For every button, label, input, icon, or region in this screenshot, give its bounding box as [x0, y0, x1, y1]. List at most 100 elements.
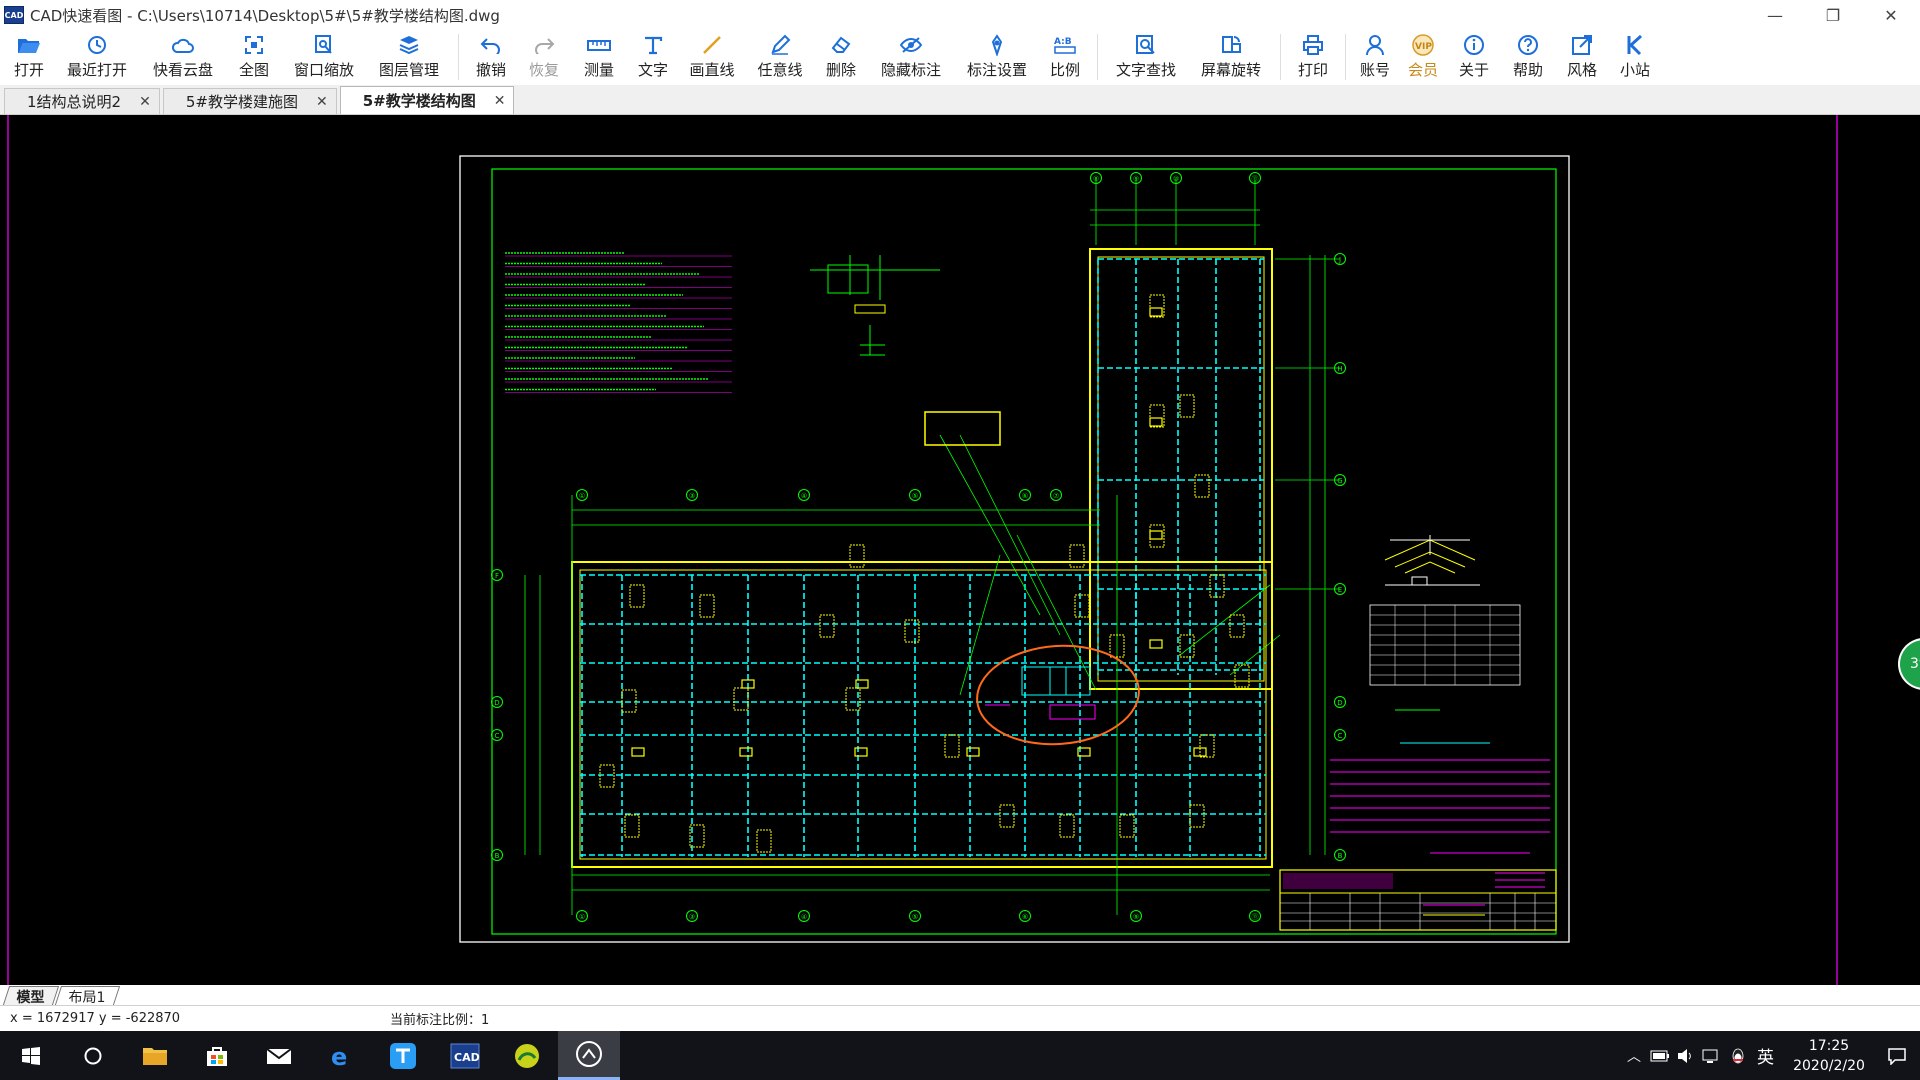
hide-marks-button[interactable]: 隐藏标注	[867, 30, 955, 85]
about-button[interactable]: 关于	[1448, 30, 1500, 85]
taskbar-cad-viewer[interactable]: CAD	[434, 1031, 496, 1080]
beam-label	[699, 594, 715, 618]
start-button[interactable]	[0, 1031, 62, 1080]
grid-label: ⑥	[1022, 913, 1028, 921]
notification-center-button[interactable]	[1874, 1047, 1920, 1065]
beam-label	[624, 814, 640, 838]
opening-mark	[1149, 417, 1163, 427]
grid-label: F	[495, 572, 499, 580]
fit-screen-icon	[241, 33, 267, 57]
clock-date: 2020/2/20	[1793, 1057, 1865, 1074]
rotate-screen-button[interactable]: 屏幕旋转	[1188, 30, 1274, 85]
find-text-button[interactable]: 文字查找	[1104, 30, 1188, 85]
line-button[interactable]: 画直线	[679, 30, 745, 85]
truss-detail	[1384, 535, 1480, 586]
taskbar-active-app[interactable]	[558, 1031, 620, 1080]
grid-label: B	[495, 852, 500, 860]
beam-label	[1234, 664, 1250, 688]
grid-label: C	[1338, 732, 1343, 740]
cloud-button[interactable]: 快看云盘	[140, 30, 226, 85]
grid-label: G	[1337, 477, 1342, 485]
site-button[interactable]: 小站	[1608, 30, 1662, 85]
layers-button[interactable]: 图层管理	[366, 30, 452, 85]
beam-schedule-table	[1369, 604, 1521, 711]
volume-icon[interactable]	[1673, 1031, 1699, 1080]
redo-button[interactable]: 恢复	[517, 30, 571, 85]
restore-button[interactable]: ❐	[1804, 0, 1862, 30]
user-icon	[1362, 33, 1388, 57]
drawing-canvas[interactable]: ⑧⑨⑩⑪①③④⑤⑥⑨⑪①③④⑤⑥⑦JHGEDCBFDCB 3	[0, 115, 1920, 985]
style-button[interactable]: 风格	[1556, 30, 1608, 85]
status-bar: x = 1672917 y = -622870 当前标注比例：1	[0, 1005, 1920, 1031]
mark-settings-button[interactable]: 标注设置	[955, 30, 1039, 85]
beam-label	[1119, 814, 1135, 838]
system-tray: ︿ 英 17:25 2020/2/20	[1621, 1031, 1920, 1080]
chevron-up-icon[interactable]: ︿	[1621, 1031, 1647, 1080]
tab-structure-drawing[interactable]: 5#教学楼结构图 ✕	[339, 86, 515, 114]
beam-label	[944, 734, 960, 758]
notification-icon	[1888, 1047, 1906, 1065]
taskbar-edge[interactable]: e	[310, 1031, 372, 1080]
battery-icon[interactable]	[1647, 1031, 1673, 1080]
network-icon[interactable]	[1699, 1031, 1725, 1080]
beam-label	[1209, 574, 1225, 598]
input-method-indicator[interactable]: 英	[1757, 1043, 1774, 1068]
taskbar-store[interactable]	[186, 1031, 248, 1080]
recent-button[interactable]: 最近打开	[54, 30, 140, 85]
qq-penguin-icon[interactable]	[1725, 1031, 1751, 1080]
beam-label	[1189, 804, 1205, 828]
freehand-button[interactable]: 任意线	[745, 30, 815, 85]
vip-crown-icon: VIP	[1410, 33, 1436, 57]
taskbar-mail[interactable]	[248, 1031, 310, 1080]
open-button[interactable]: 打开	[4, 30, 54, 85]
vip-button[interactable]: VIP 会员	[1398, 30, 1448, 85]
grid-label: ⑩	[1173, 175, 1179, 183]
scale-button[interactable]: A:B 比例	[1039, 30, 1091, 85]
beam-label	[1229, 614, 1245, 638]
opening-mark	[739, 747, 753, 757]
svg-text:A:B: A:B	[1054, 37, 1072, 47]
cad-drawing[interactable]: ⑧ ⑨ ⑩ ⑪ ① ③ ④ ⑤ ⑥ ⑨ ⑪ ① ③ ④ ⑤ ⑥ ⑦ J H G E D C B F D C B	[0, 115, 1920, 985]
tab-structure-notes[interactable]: 1结构总说明2 ✕	[4, 88, 160, 114]
undo-button[interactable]: 撤销	[465, 30, 517, 85]
general-notes-block	[505, 252, 732, 393]
grid-label: C	[495, 732, 500, 740]
zoom-window-icon	[311, 33, 337, 57]
help-button[interactable]: 帮助	[1500, 30, 1556, 85]
delete-button[interactable]: 删除	[815, 30, 867, 85]
fit-all-button[interactable]: 全图	[226, 30, 282, 85]
measure-button[interactable]: 测量	[571, 30, 627, 85]
tab-close-icon[interactable]: ✕	[494, 93, 506, 109]
tab-model[interactable]: 模型	[2, 986, 60, 1006]
toolbar-divider	[1280, 34, 1281, 80]
grid-label: ④	[801, 492, 807, 500]
window-zoom-button[interactable]: 窗口缩放	[282, 30, 366, 85]
taskbar-text-app[interactable]	[372, 1031, 434, 1080]
beam-label	[819, 614, 835, 638]
tab-close-icon[interactable]: ✕	[316, 94, 328, 110]
search-button[interactable]	[62, 1031, 124, 1080]
top-section-detail	[810, 255, 940, 356]
close-window-button[interactable]: ✕	[1862, 0, 1920, 30]
style-label: 风格	[1566, 61, 1597, 79]
system-clock[interactable]: 17:25 2020/2/20	[1784, 1036, 1874, 1076]
print-button[interactable]: 打印	[1287, 30, 1339, 85]
opening-mark	[631, 747, 645, 757]
tab-architecture-drawing[interactable]: 5#教学楼建施图 ✕	[162, 88, 337, 114]
undo-label: 撤销	[475, 61, 506, 79]
taskbar-green-app[interactable]	[496, 1031, 558, 1080]
ruler-icon	[586, 33, 612, 57]
opening-mark	[966, 747, 980, 757]
cloud-label: 快看云盘	[152, 61, 213, 79]
tab-close-icon[interactable]: ✕	[139, 94, 151, 110]
grid-label: ⑨	[1133, 175, 1139, 183]
tab-layout1[interactable]: 布局1	[54, 986, 121, 1006]
hide-marks-label: 隐藏标注	[880, 61, 941, 79]
text-t-icon	[640, 33, 666, 57]
taskbar-file-explorer[interactable]	[124, 1031, 186, 1080]
grid-label: D	[494, 699, 499, 707]
minimize-button[interactable]: —	[1746, 0, 1804, 30]
folder-icon	[143, 1047, 167, 1065]
text-button[interactable]: 文字	[627, 30, 679, 85]
account-button[interactable]: 账号	[1352, 30, 1398, 85]
